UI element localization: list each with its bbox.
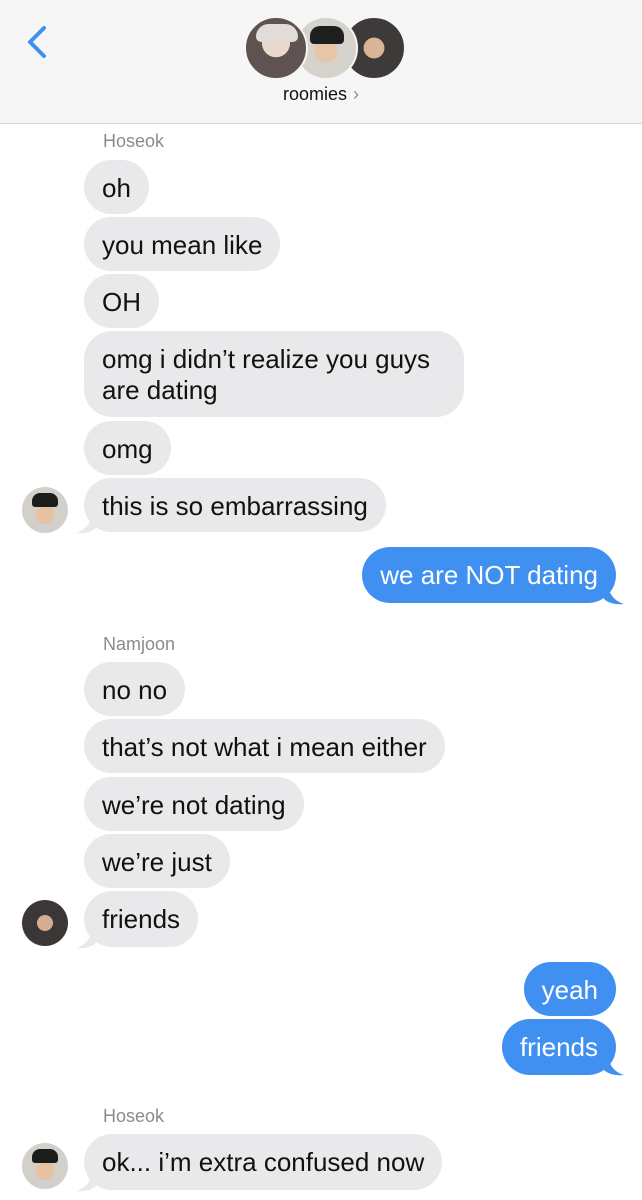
message-bubble-received[interactable]: friends — [84, 891, 199, 947]
conversation-name: roomies — [282, 84, 348, 104]
message-bubble-sent[interactable]: friends — [501, 1019, 616, 1075]
sender-avatar[interactable] — [22, 900, 68, 946]
bubble-tail — [76, 927, 96, 949]
sender-name: Namjoon — [103, 634, 176, 654]
sender-name: Hoseok — [103, 131, 165, 151]
conversation-header: roomies › — [0, 0, 642, 124]
message-bubble-received[interactable]: we’re just — [84, 834, 230, 888]
back-button[interactable] — [22, 22, 52, 62]
message-bubble-received[interactable]: you mean like — [84, 217, 281, 271]
message-bubble-sent[interactable]: we are NOT dating — [362, 547, 616, 603]
group-avatars[interactable] — [244, 16, 406, 80]
message-bubble-received[interactable]: oh — [84, 160, 149, 214]
bubble-tail — [76, 1170, 96, 1192]
message-bubble-sent[interactable]: yeah — [523, 962, 616, 1016]
message-bubble-received[interactable]: omg i didn’t realize you guys are dating — [84, 331, 464, 417]
bubble-tail — [604, 583, 624, 605]
avatar — [244, 16, 308, 80]
message-bubble-received[interactable]: we’re not dating — [84, 777, 304, 831]
sender-avatar[interactable] — [22, 487, 68, 533]
message-bubble-received[interactable]: this is so embarrassing — [84, 478, 386, 532]
bubble-tail — [76, 512, 96, 534]
conversation-title[interactable]: roomies › — [0, 84, 642, 105]
message-bubble-received[interactable]: no no — [84, 662, 186, 716]
sender-name: Hoseok — [103, 1106, 165, 1126]
chevron-left-icon — [28, 26, 46, 58]
sender-avatar[interactable] — [22, 1143, 68, 1189]
message-bubble-received[interactable]: omg — [84, 421, 171, 475]
message-bubble-received[interactable]: that’s not what i mean either — [84, 719, 445, 773]
message-bubble-received[interactable]: OH — [84, 274, 159, 328]
chevron-right-icon: › — [353, 84, 360, 104]
bubble-tail — [604, 1054, 624, 1076]
message-bubble-received[interactable]: ok... i’m extra confused now — [84, 1134, 443, 1190]
